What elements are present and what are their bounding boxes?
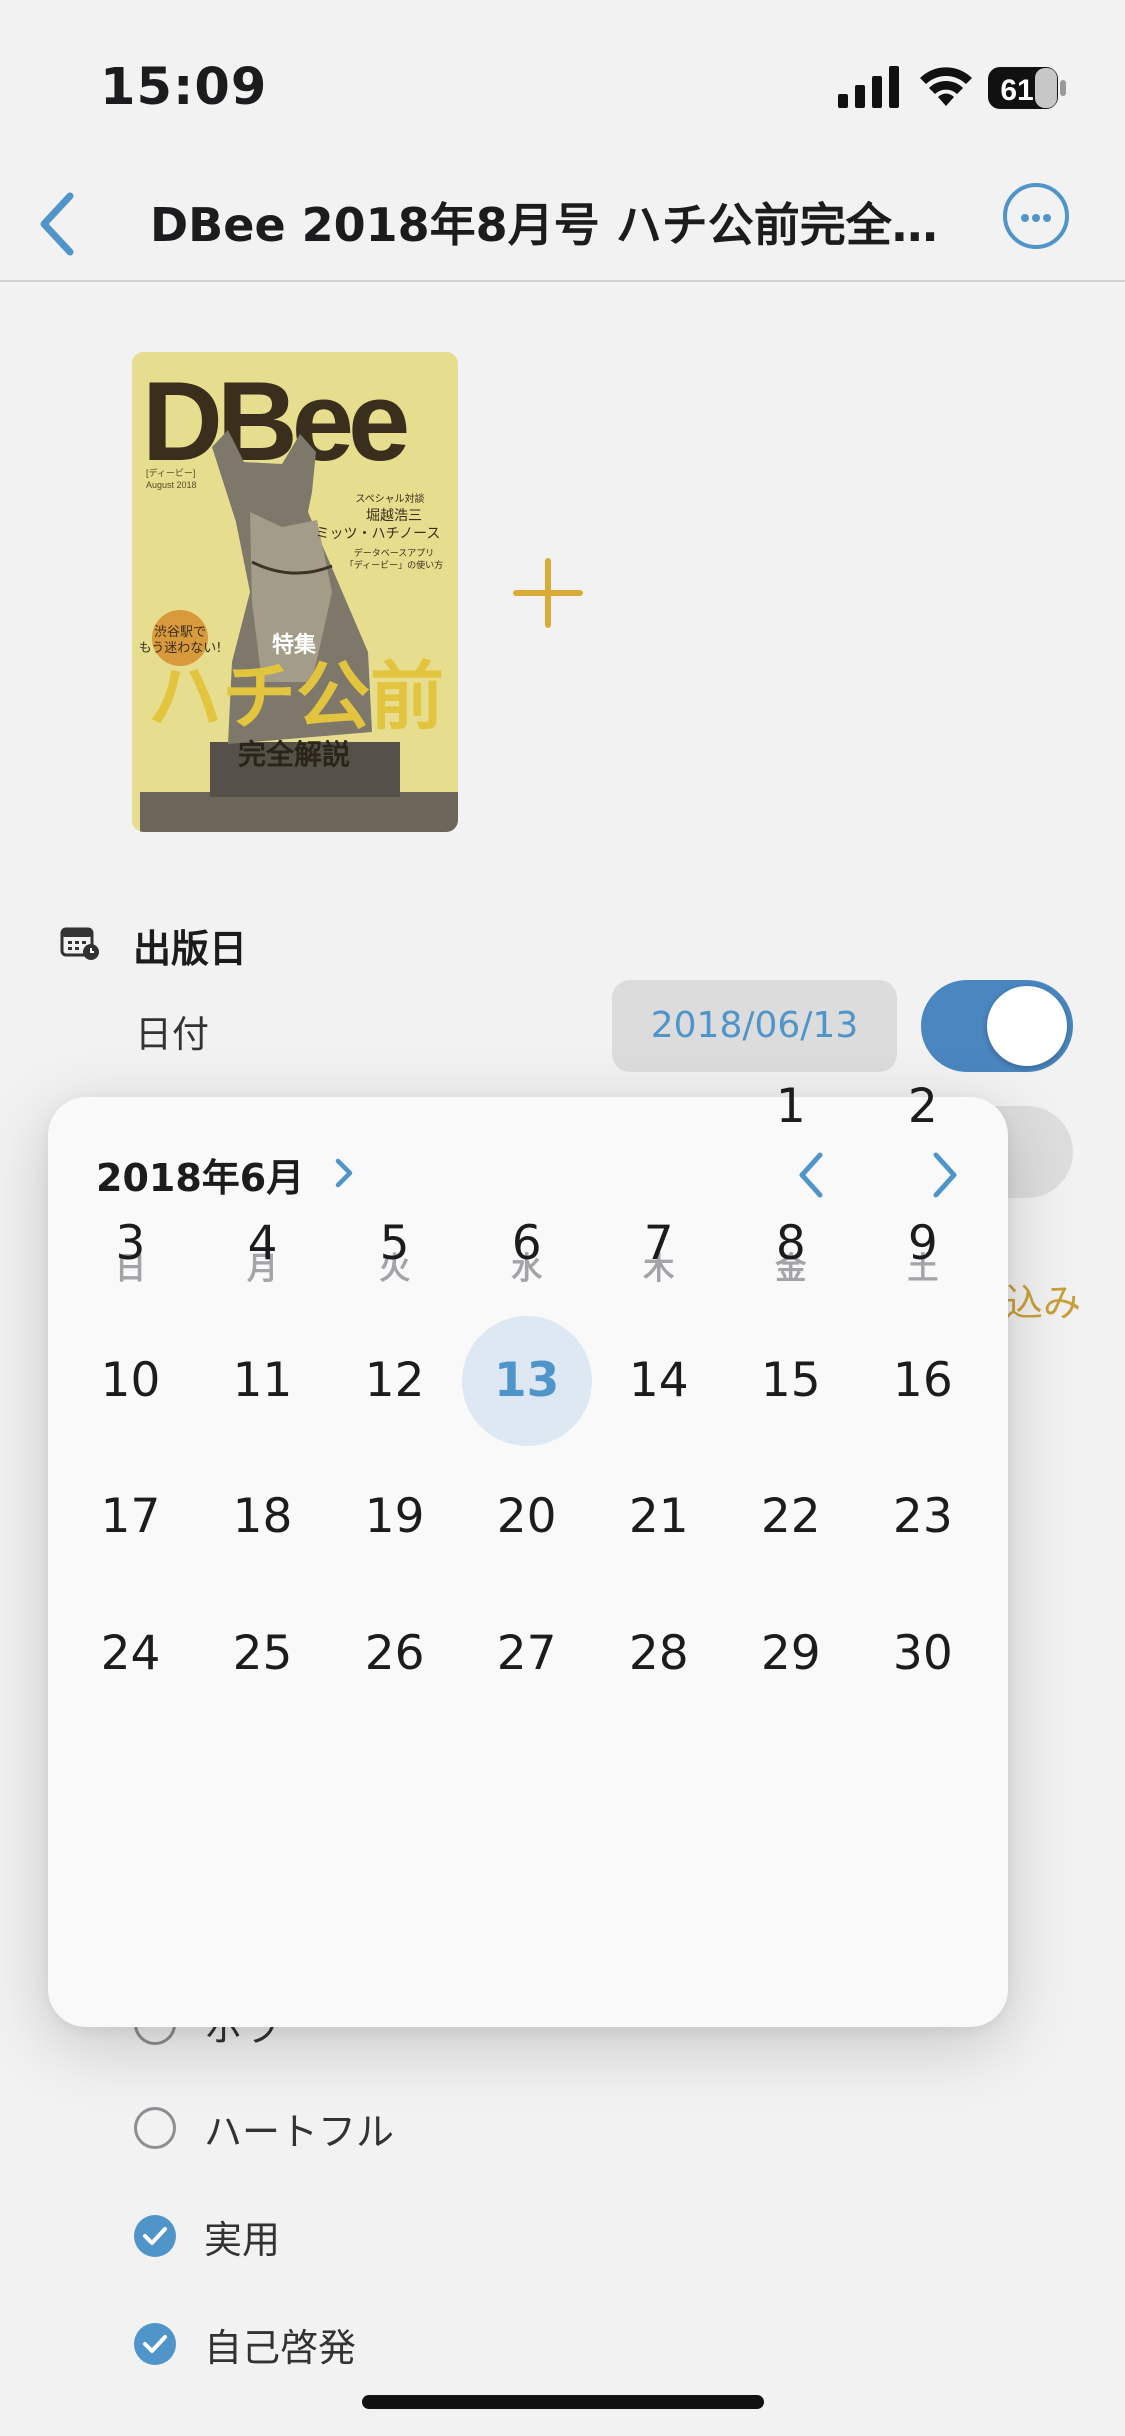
cover-side-text-4: データベースアプリ [354,547,435,559]
toggle-knob [987,986,1067,1066]
calendar-day[interactable]: 8 [726,1179,856,1309]
calendar-day[interactable]: 21 [594,1452,724,1582]
cover-image[interactable]: DBee [ディービー] August 2018 スペシャル対談 堀越浩三 ミッ… [132,352,458,832]
cover-side-text-2: 堀越浩三 [366,508,422,524]
cellular-signal-icon [838,66,899,108]
calendar-day[interactable]: 19 [330,1452,460,1582]
calendar-day[interactable]: 29 [726,1589,856,1719]
calendar-day[interactable]: 10 [66,1316,196,1446]
calendar-day[interactable]: 20 [462,1452,592,1582]
calendar-day[interactable]: 30 [858,1589,988,1719]
status-time: 15:09 [100,58,268,117]
checkmark-circle-icon [134,2215,176,2257]
calendar-day[interactable]: 9 [858,1179,988,1309]
list-item[interactable]: 自己啓発 [134,2314,356,2374]
calendar-day[interactable]: 7 [594,1179,724,1309]
wifi-icon [920,67,972,106]
ellipsis-circle-icon[interactable] [1003,183,1069,249]
radio-unchecked-icon [134,2107,176,2149]
calendar-day[interactable]: 27 [462,1589,592,1719]
calendar-day[interactable]: 16 [858,1316,988,1446]
home-indicator [362,2395,764,2409]
plus-icon[interactable] [510,555,586,631]
calendar-day[interactable]: 23 [858,1452,988,1582]
calendar-day[interactable]: 24 [66,1589,196,1719]
calendar-day[interactable]: 15 [726,1316,856,1446]
magazine-cover: DBee [ディービー] August 2018 スペシャル対談 堀越浩三 ミッ… [132,352,458,832]
navigation-bar: DBee 2018年8月号 ハチ公前完全… [0,170,1125,282]
date-label: 日付 [135,1013,209,1056]
calendar-day[interactable]: 1 [726,1042,856,1172]
page-title: DBee 2018年8月号 ハチ公前完全… [150,198,938,252]
option-label: 自己啓発 [204,2325,357,2370]
calendar-day[interactable]: 2 [858,1042,988,1172]
chevron-left-icon[interactable] [22,184,92,264]
calendar-day[interactable]: 6 [462,1179,592,1309]
calendar-day[interactable]: 25 [198,1589,328,1719]
cover-feature-sub: 完全解説 [238,738,350,771]
status-bar: 15:09 61 [0,0,1125,170]
cover-issue: August 2018 [146,480,197,490]
calendar-day[interactable]: 22 [726,1452,856,1582]
cover-side-text-1: スペシャル対談 [355,492,424,505]
calendar-day[interactable]: 11 [198,1316,328,1446]
calendar-day[interactable]: 17 [66,1452,196,1582]
calendar-day[interactable]: 28 [594,1589,724,1719]
calendar-day[interactable]: 12 [330,1316,460,1446]
checkmark-circle-icon [134,2323,176,2365]
date-picker-popover: 2018年6月 日月火水木金土 1 2 3 4 5 6 7 8 9 10 11 12 13 14 15 16 1… [48,1079,1008,2027]
section-title-publish-date: 出版日 [133,927,248,971]
cover-feature-title: ハチ公前 [148,654,444,740]
cover-badge-line-1: 渋谷駅で [154,625,206,640]
calendar-day-selected[interactable]: 13 [461,1315,592,1446]
battery-icon: 61 [988,67,1066,109]
calendar-day[interactable]: 4 [198,1179,328,1309]
calendar-day[interactable]: 14 [594,1316,724,1446]
calendar-day[interactable]: 18 [198,1452,328,1582]
cover-side-text-3: ミッツ・ハチノース [316,526,441,542]
cover-subtitle-small: [ディービー] [146,467,195,478]
battery-level: 61 [1000,74,1033,107]
list-item[interactable]: 実用 [134,2206,280,2266]
calendar-day[interactable]: 5 [330,1179,460,1309]
calendar-day[interactable]: 26 [330,1589,460,1719]
option-label: 実用 [204,2217,281,2262]
list-item[interactable]: ハートフル [134,2098,394,2158]
side-link[interactable]: 込み [1005,1272,1081,1327]
calendar-clock-icon [60,927,99,960]
option-label: ハートフル [204,2109,395,2154]
cover-side-text-5: 「ディービー」の使い方 [345,559,443,571]
calendar-day[interactable]: 3 [66,1179,196,1309]
